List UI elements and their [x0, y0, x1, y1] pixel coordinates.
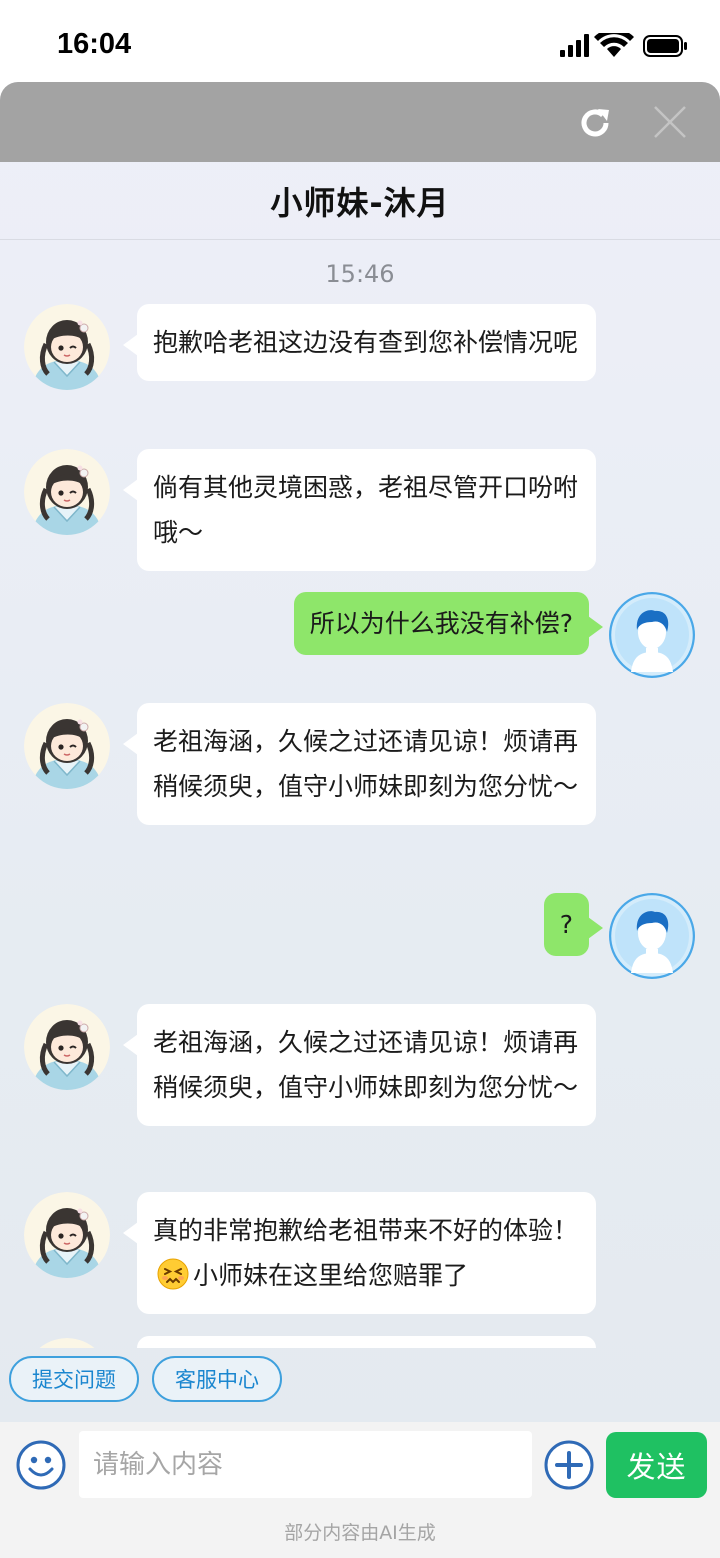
- refresh-button[interactable]: [576, 104, 614, 142]
- message-text: 老祖海涵，久候之过还请见谅！烦请再稍候须臾，值守小师妹即刻为您分忧～: [153, 1028, 579, 1102]
- chat-sheet: 小师妹-沐月 15:46 抱歉哈老祖这边没有查到您补偿情况呢 倘有其他灵境困惑，…: [0, 82, 720, 1558]
- bot-avatar[interactable]: [24, 703, 110, 789]
- battery-icon: [643, 35, 687, 57]
- chat-area[interactable]: 15:46 抱歉哈老祖这边没有查到您补偿情况呢 倘有其他灵境困惑，老祖尽管开口吩…: [0, 240, 720, 1348]
- persevering-face-emoji: [157, 1258, 189, 1290]
- close-button[interactable]: [650, 102, 690, 142]
- user-avatar[interactable]: [609, 893, 695, 979]
- plus-circle-icon: [544, 1440, 594, 1490]
- status-bar: 16:04: [0, 0, 720, 82]
- status-icons: [560, 33, 688, 59]
- title-bar: 小师妹-沐月: [0, 162, 720, 240]
- bot-message-bubble: 老祖海涵，久候之过还请见谅！烦请再稍候须臾，值守小师妹即刻为您分忧～: [123, 1004, 596, 1126]
- bot-avatar[interactable]: [24, 1004, 110, 1090]
- message-text: ?: [559, 910, 573, 939]
- send-button[interactable]: 发送: [606, 1432, 707, 1498]
- user-message-bubble: ?: [543, 893, 604, 956]
- page-title: 小师妹-沐月: [270, 183, 450, 222]
- sheet-topbar: [0, 82, 720, 162]
- message-text: 抱歉哈老祖这边没有查到您补偿情况呢: [153, 328, 579, 357]
- emoji-button[interactable]: [15, 1439, 67, 1491]
- bot-message-bubble: 抱歉哈老祖这边没有查到您补偿情况呢: [123, 304, 596, 381]
- bot-message-bubble: 老祖海涵，久候之过还请见谅！烦请再稍候须臾，值守小师妹即刻为您分忧～: [123, 703, 596, 825]
- message-input[interactable]: [79, 1431, 532, 1498]
- input-bar: 发送 部分内容由AI生成: [0, 1422, 720, 1558]
- wifi-icon: [594, 33, 634, 57]
- refresh-icon: [581, 109, 609, 137]
- message-text-before: 真的非常抱歉给老祖带来不好的体验！: [153, 1216, 579, 1245]
- bot-message-bubble: [137, 1336, 596, 1348]
- close-icon: [654, 106, 686, 138]
- ai-disclaimer: 部分内容由AI生成: [284, 1522, 436, 1544]
- message-text: 倘有其他灵境困惑，老祖尽管开口吩咐哦～: [153, 473, 579, 547]
- message-text-after: 小师妹在这里给您赔罪了: [193, 1261, 469, 1290]
- message-timestamp: 15:46: [325, 260, 395, 288]
- message-text: 老祖海涵，久候之过还请见谅！烦请再稍候须臾，值守小师妹即刻为您分忧～: [153, 727, 579, 801]
- bot-avatar[interactable]: [24, 1338, 110, 1348]
- bot-avatar[interactable]: [24, 1192, 110, 1278]
- bot-message-bubble: 倘有其他灵境困惑，老祖尽管开口吩咐哦～: [123, 449, 596, 571]
- bot-message-bubble: 真的非常抱歉给老祖带来不好的体验！ 小师妹在这里给您赔罪了: [123, 1192, 596, 1314]
- bot-avatar[interactable]: [24, 304, 110, 390]
- message-text: 所以为什么我没有补偿?: [309, 609, 573, 638]
- status-time: 16:04: [57, 28, 132, 60]
- more-options-button[interactable]: [543, 1439, 595, 1491]
- quick-actions-bar: 提交问题 客服中心: [0, 1348, 720, 1422]
- cellular-signal-icon: [560, 34, 589, 57]
- bot-avatar[interactable]: [24, 449, 110, 535]
- user-message-bubble: 所以为什么我没有补偿?: [293, 592, 604, 655]
- submit-issue-button[interactable]: 提交问题: [9, 1356, 139, 1402]
- service-center-button[interactable]: 客服中心: [152, 1356, 282, 1402]
- smiley-icon: [16, 1440, 66, 1490]
- user-avatar[interactable]: [609, 592, 695, 678]
